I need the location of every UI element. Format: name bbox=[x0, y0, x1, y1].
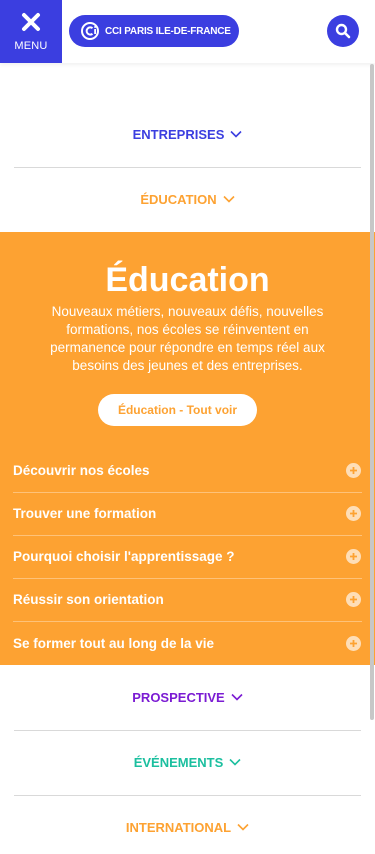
submenu-item-label: Réussir son orientation bbox=[13, 592, 164, 607]
nav-item-label: ÉDUCATION bbox=[140, 191, 217, 207]
cci-logo-icon bbox=[81, 22, 99, 40]
nav-item-international[interactable]: INTERNATIONAL bbox=[14, 795, 361, 854]
chevron-down-icon bbox=[231, 693, 243, 701]
nav-item-label: ÉVÉNEMENTS bbox=[133, 754, 224, 770]
chevron-down-icon bbox=[223, 195, 235, 203]
nav-item-label: PROSPECTIVE bbox=[132, 689, 225, 705]
submenu-item-label: Découvrir nos écoles bbox=[13, 463, 150, 478]
panel-title: Éducation bbox=[105, 261, 270, 299]
submenu-item-ecoles[interactable]: Découvrir nos écoles bbox=[13, 449, 362, 492]
plus-circle-icon bbox=[346, 549, 361, 564]
submenu-item-former[interactable]: Se former tout au long de la vie bbox=[13, 622, 362, 665]
chevron-down-icon bbox=[230, 130, 242, 138]
panel-description: Nouveaux métiers, nouveaux défis, nouvel… bbox=[50, 304, 325, 373]
menu-close-button[interactable]: MENU bbox=[0, 0, 62, 63]
site-header: MENU CCI PARIS ILE-DE-FRANCE bbox=[0, 0, 375, 63]
plus-circle-icon bbox=[346, 592, 361, 607]
close-icon bbox=[22, 13, 40, 31]
nav-item-entreprises[interactable]: ENTREPRISES bbox=[14, 102, 361, 166]
submenu-item-formation[interactable]: Trouver une formation bbox=[13, 492, 362, 535]
nav-item-label: INTERNATIONAL bbox=[125, 819, 232, 835]
cci-brand-label: CCI PARIS ILE-DE-FRANCE bbox=[105, 25, 231, 37]
nav-item-evenements[interactable]: ÉVÉNEMENTS bbox=[14, 730, 361, 794]
submenu-item-label: Trouver une formation bbox=[13, 506, 157, 521]
submenu-item-apprentissage[interactable]: Pourquoi choisir l'apprentissage ? bbox=[13, 535, 362, 578]
cci-brand-button[interactable]: CCI PARIS ILE-DE-FRANCE bbox=[69, 15, 239, 47]
scrollbar[interactable] bbox=[370, 64, 374, 720]
search-icon bbox=[335, 23, 351, 39]
plus-circle-icon bbox=[346, 463, 361, 478]
plus-circle-icon bbox=[346, 636, 361, 651]
submenu-item-orientation[interactable]: Réussir son orientation bbox=[13, 578, 362, 621]
nav-item-education[interactable]: ÉDUCATION bbox=[14, 167, 361, 231]
chevron-down-icon bbox=[229, 758, 241, 766]
chevron-down-icon bbox=[237, 823, 249, 831]
search-button[interactable] bbox=[327, 15, 359, 47]
see-all-button[interactable]: Éducation - Tout voir bbox=[98, 394, 257, 426]
submenu-item-label: Pourquoi choisir l'apprentissage ? bbox=[13, 549, 235, 564]
menu-label: MENU bbox=[14, 40, 48, 52]
nav-item-prospective[interactable]: PROSPECTIVE bbox=[14, 665, 361, 729]
nav-item-label: ENTREPRISES bbox=[132, 126, 225, 142]
submenu-item-label: Se former tout au long de la vie bbox=[13, 636, 215, 651]
plus-circle-icon bbox=[346, 506, 361, 521]
